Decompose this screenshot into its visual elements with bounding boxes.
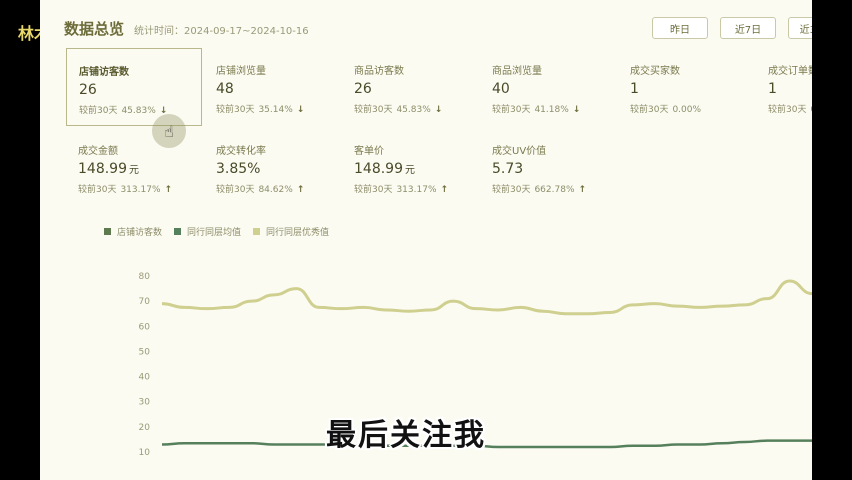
data-overview-panel: 数据总览 统计时间：2024-09-17~2024-10-16 昨日 近7日 近… [40,0,812,480]
y-tick-label: 30 [139,398,151,408]
y-tick-label: 80 [139,272,151,282]
y-tick-label: 60 [139,322,151,332]
y-tick-label: 40 [139,373,151,383]
y-tick-label: 70 [139,297,151,307]
y-tick-label: 50 [139,347,151,357]
y-tick-label: 10 [139,448,151,458]
y-tick-label: 20 [139,423,151,433]
video-caption: 最后关注我 [326,418,486,453]
peer-average-line [161,439,812,449]
trend-chart: 80 70 60 50 40 30 20 10 [139,272,812,458]
peer-excellent-line [161,279,812,316]
